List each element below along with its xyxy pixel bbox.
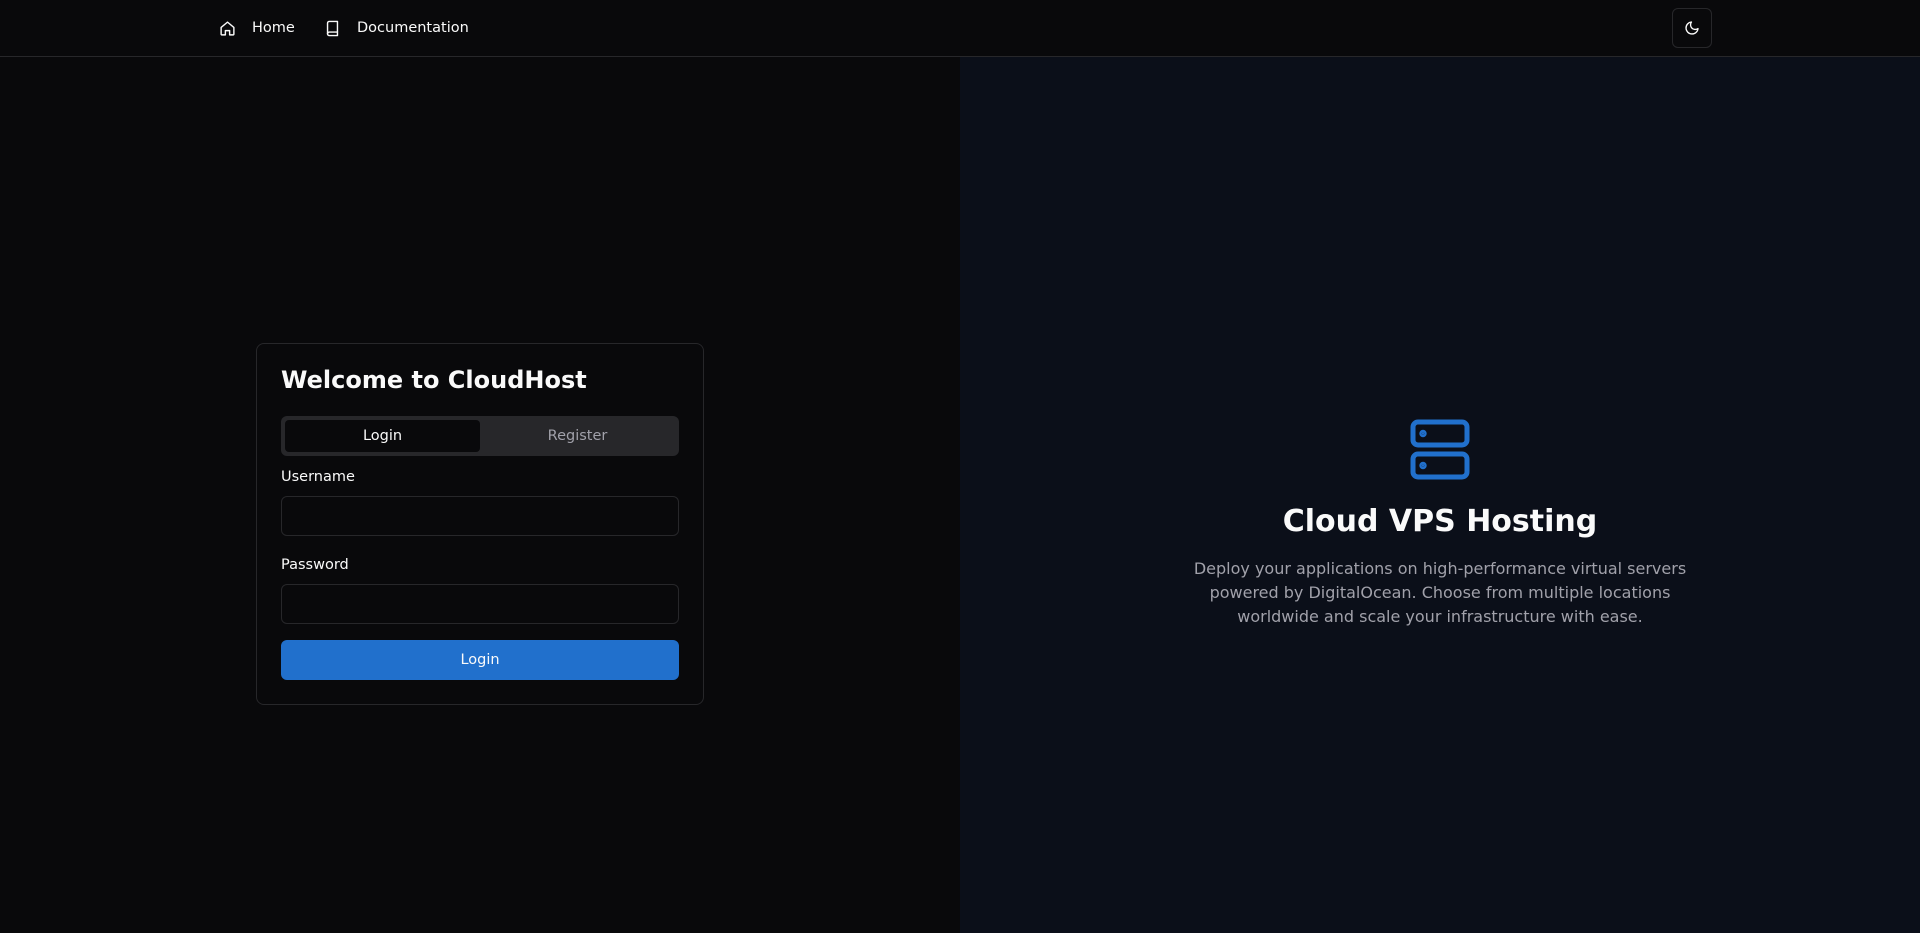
hero-title: Cloud VPS Hosting (1282, 504, 1598, 539)
auth-tabs: Login Register (281, 416, 679, 456)
nav-documentation-label: Documentation (357, 20, 469, 36)
book-icon (324, 20, 341, 37)
theme-toggle-button[interactable] (1672, 8, 1712, 48)
username-label: Username (281, 469, 355, 485)
nav-home-link[interactable]: Home (219, 0, 295, 56)
hero-panel (960, 57, 1920, 933)
top-nav: Home Documentation (0, 0, 1920, 57)
auth-card: Welcome to CloudHost Login Register User… (256, 343, 704, 705)
nav-home-label: Home (252, 20, 295, 36)
tab-login[interactable]: Login (285, 420, 480, 452)
username-input[interactable] (281, 496, 679, 536)
password-label: Password (281, 557, 349, 573)
auth-title: Welcome to CloudHost (281, 366, 587, 394)
nav-documentation-link[interactable]: Documentation (324, 0, 469, 56)
home-icon (219, 20, 236, 37)
moon-icon (1684, 20, 1700, 36)
server-icon (1408, 418, 1472, 482)
hero-description: Deploy your applications on high-perform… (1193, 559, 1687, 626)
login-submit-button[interactable]: Login (281, 640, 679, 680)
password-input[interactable] (281, 584, 679, 624)
tab-register[interactable]: Register (480, 420, 675, 452)
